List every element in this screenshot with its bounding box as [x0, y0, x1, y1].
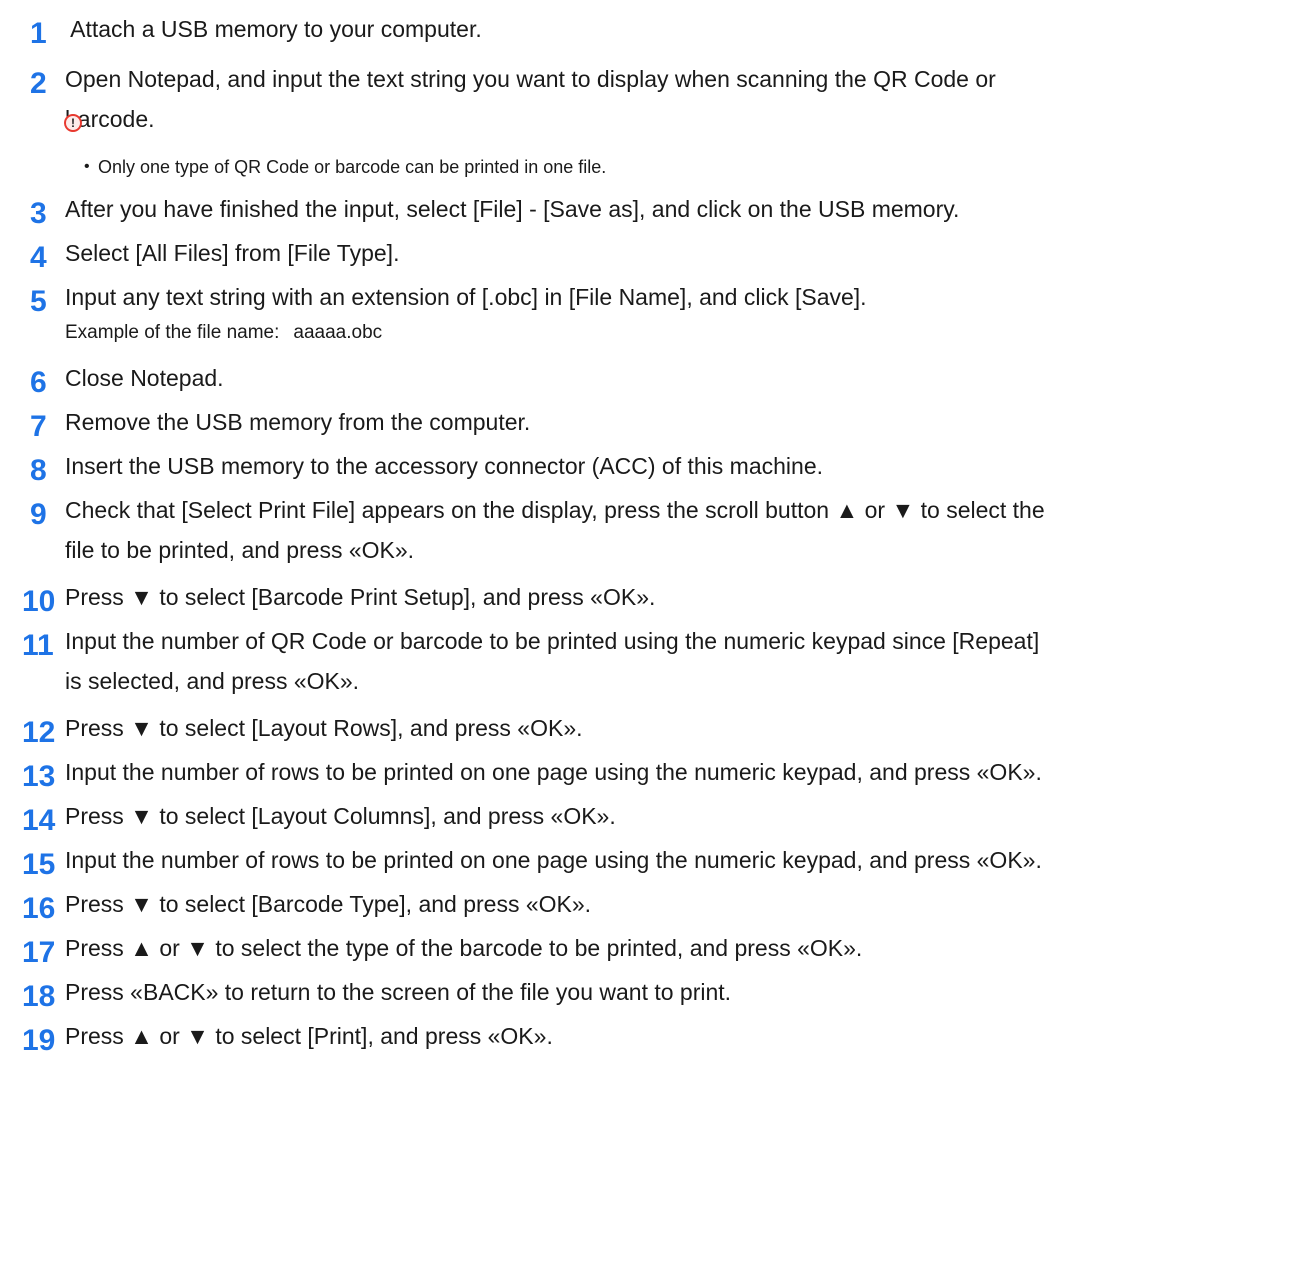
step-number: 18	[22, 980, 56, 1013]
step-number: 13	[22, 760, 56, 793]
step-text: Remove the USB memory from the computer.	[65, 409, 531, 435]
step-number: 12	[22, 716, 56, 749]
example-line: Example of the file name: aaaaa.obc	[65, 323, 382, 342]
step-text: Input the number of QR Code or barcode t…	[65, 628, 1040, 654]
step-number: 9	[30, 498, 47, 531]
warning-icon: !	[64, 114, 82, 132]
step-text: Check that [Select Print File] appears o…	[65, 497, 1045, 523]
step-text: Insert the USB memory to the accessory c…	[65, 453, 824, 479]
step-number: 11	[22, 629, 54, 662]
step-number: 4	[30, 241, 47, 274]
step-number: 17	[22, 936, 56, 969]
step-text: Press ▼ to select [Barcode Print Setup],…	[65, 584, 656, 610]
step-number: 6	[30, 366, 47, 399]
step-text: Attach a USB memory to your computer.	[65, 16, 482, 42]
step-text: Input the number of rows to be printed o…	[65, 847, 1042, 873]
step-number: 3	[30, 197, 47, 230]
step-number: 16	[22, 892, 56, 925]
step-text: Press ▲ or ▼ to select [Print], and pres…	[65, 1023, 553, 1049]
example-value: aaaaa.obc	[293, 322, 383, 343]
step-text: Press «BACK» to return to the screen of …	[65, 979, 732, 1005]
step-text: Input the number of rows to be printed o…	[65, 759, 1042, 785]
step-text: Press ▼ to select [Barcode Type], and pr…	[65, 891, 592, 917]
step-number: 2	[30, 67, 47, 100]
step-text: Select [All Files] from [File Type].	[65, 240, 400, 266]
step-number: 19	[22, 1024, 56, 1057]
step-text: Press ▼ to select [Layout Columns], and …	[65, 803, 616, 829]
step-text-continued: is selected, and press «OK».	[65, 668, 360, 694]
step-text: After you have finished the input, selec…	[65, 196, 960, 222]
example-label: Example of the file name:	[65, 322, 280, 343]
step-number: 15	[22, 848, 56, 881]
step-number: 8	[30, 454, 47, 487]
step-number: 10	[22, 585, 56, 618]
step-number: 5	[30, 285, 47, 318]
step-text: Close Notepad.	[65, 365, 224, 391]
step-text: Press ▲ or ▼ to select the type of the b…	[65, 935, 863, 961]
note-text: Only one type of QR Code or barcode can …	[98, 157, 607, 177]
step-number: 7	[30, 410, 47, 443]
step-number: 14	[22, 804, 56, 837]
step-text: Press ▼ to select [Layout Rows], and pre…	[65, 715, 583, 741]
step-text: Open Notepad, and input the text string …	[65, 66, 996, 92]
step-text: Input any text string with an extension …	[65, 284, 867, 310]
step-number: 1	[30, 17, 47, 50]
step-text-continued: file to be printed, and press «OK».	[65, 537, 415, 563]
bullet-icon: •	[84, 158, 90, 175]
